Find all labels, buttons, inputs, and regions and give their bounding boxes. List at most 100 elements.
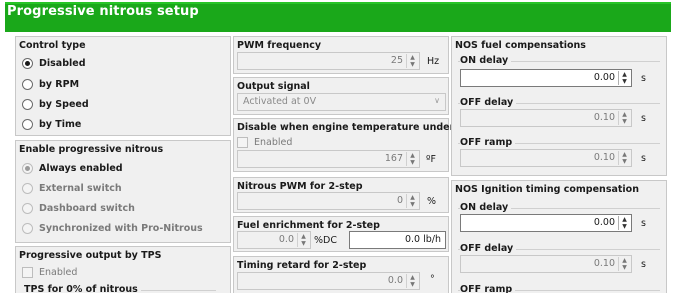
chevron-down-icon: ∨ (434, 96, 440, 105)
title-bar: Progressive nitrous setup (0, 0, 677, 34)
radio-control-by-time[interactable]: by Time (22, 117, 81, 131)
spin-down-icon[interactable]: ▼ (619, 78, 630, 85)
spinner-value: 0.10 (593, 152, 615, 163)
off-ramp-label: OFF ramp (460, 284, 516, 293)
spin-down-icon[interactable]: ▼ (407, 61, 418, 68)
spinner-value: 0.0 (278, 234, 294, 245)
radio-control-disabled[interactable]: Disabled (22, 56, 86, 70)
spinner-value: 0 (396, 195, 403, 206)
control-type-header: Control type (19, 40, 86, 51)
spin-down-icon[interactable]: ▼ (407, 281, 418, 288)
radio-selected-icon (22, 57, 33, 69)
radio-selected-icon (22, 162, 33, 174)
spin-up-icon[interactable]: ▲ (619, 216, 630, 223)
fuel-off-ramp-spinner[interactable]: 0.10 ▲ ▼ (460, 149, 632, 167)
nos-ign-comp-panel: NOS Ignition timing compensation ON dela… (451, 180, 667, 293)
spinner-arrows[interactable]: ▲ ▼ (406, 54, 418, 68)
spin-up-icon[interactable]: ▲ (619, 257, 630, 264)
spin-up-icon[interactable]: ▲ (407, 54, 418, 61)
spin-down-icon[interactable]: ▼ (619, 264, 630, 271)
pwm-frequency-spinner[interactable]: 25 ▲ ▼ (237, 52, 420, 70)
spinner-value: 0.00 (593, 72, 615, 83)
radio-label: Synchronized with Pro-Nitrous (39, 222, 203, 234)
engine-temp-enabled-checkbox[interactable]: Enabled (237, 135, 292, 149)
progressive-output-tps-panel: Progressive output by TPS Enabled TPS fo… (15, 246, 231, 293)
tps-enabled-checkbox[interactable]: Enabled (22, 265, 77, 279)
radio-dashboard-switch[interactable]: Dashboard switch (22, 201, 135, 215)
output-signal-select[interactable]: Activated at 0V ∨ (237, 93, 446, 111)
spinner-value: 0.10 (593, 112, 615, 123)
nitrous-pwm-2step-panel: Nitrous PWM for 2-step 0 ▲ ▼ % (233, 177, 449, 213)
progressive-output-tps-header: Progressive output by TPS (19, 250, 162, 261)
spin-up-icon[interactable]: ▲ (619, 151, 630, 158)
nitrous-pwm-2step-spinner[interactable]: 0 ▲ ▼ (237, 192, 420, 210)
spinner-arrows[interactable]: ▲ ▼ (618, 257, 630, 271)
disable-engine-temp-panel: Disable when engine temperature under En… (233, 118, 454, 172)
nos-ign-comp-header: NOS Ignition timing compensation (455, 184, 639, 195)
ign-on-delay-spinner[interactable]: 0.00 ▲ ▼ (460, 214, 632, 232)
radio-icon (22, 222, 33, 234)
fuel-off-delay-spinner[interactable]: 0.10 ▲ ▼ (460, 109, 632, 127)
spin-down-icon[interactable]: ▼ (407, 201, 418, 208)
checkbox-icon (22, 266, 33, 278)
radio-always-enabled[interactable]: Always enabled (22, 161, 123, 175)
radio-synchronized-pro-nitrous[interactable]: Synchronized with Pro-Nitrous (22, 221, 203, 235)
unit-label: s (641, 218, 646, 229)
spin-down-icon[interactable]: ▼ (619, 223, 630, 230)
spin-down-icon[interactable]: ▼ (298, 240, 309, 247)
unit-label: s (641, 73, 646, 84)
unit-label: s (641, 113, 646, 124)
spin-up-icon[interactable]: ▲ (298, 233, 309, 240)
spinner-arrows[interactable]: ▲ ▼ (618, 71, 630, 85)
on-delay-label: ON delay (460, 55, 512, 66)
spin-up-icon[interactable]: ▲ (619, 71, 630, 78)
radio-label: by Time (39, 118, 82, 130)
spinner-value: 0.00 (593, 217, 615, 228)
spinner-arrows[interactable]: ▲ ▼ (406, 274, 418, 288)
output-signal-header: Output signal (237, 81, 310, 92)
select-value: Activated at 0V (243, 96, 317, 107)
unit-label: s (641, 259, 646, 270)
spinner-arrows[interactable]: ▲ ▼ (297, 233, 309, 247)
disable-engine-temp-header: Disable when engine temperature under (237, 122, 455, 133)
input-value: 0.0 lb/h (404, 234, 441, 245)
checkbox-label: Enabled (254, 136, 293, 148)
pwm-frequency-header: PWM frequency (237, 40, 322, 51)
spin-down-icon[interactable]: ▼ (619, 158, 630, 165)
radio-icon (22, 98, 33, 110)
spin-down-icon[interactable]: ▼ (407, 159, 418, 166)
spinner-value: 167 (384, 153, 403, 164)
spin-up-icon[interactable]: ▲ (407, 194, 418, 201)
fuel-enrichment-dc-spinner[interactable]: 0.0 ▲ ▼ (237, 231, 311, 249)
ign-off-delay-spinner[interactable]: 0.10 ▲ ▼ (460, 255, 632, 273)
timing-retard-2step-header: Timing retard for 2-step (237, 260, 367, 271)
radio-control-by-speed[interactable]: by Speed (22, 97, 89, 111)
radio-label: Always enabled (39, 162, 123, 174)
window-title: Progressive nitrous setup (7, 4, 199, 19)
spinner-arrows[interactable]: ▲ ▼ (618, 111, 630, 125)
spinner-arrows[interactable]: ▲ ▼ (406, 194, 418, 208)
engine-temp-spinner[interactable]: 167 ▲ ▼ (237, 150, 420, 168)
timing-retard-2step-spinner[interactable]: 0.0 ▲ ▼ (237, 272, 420, 290)
nitrous-pwm-2step-header: Nitrous PWM for 2-step (237, 181, 363, 192)
spin-up-icon[interactable]: ▲ (407, 274, 418, 281)
spin-down-icon[interactable]: ▼ (619, 118, 630, 125)
radio-external-switch[interactable]: External switch (22, 181, 122, 195)
radio-label: Disabled (39, 57, 86, 69)
radio-icon (22, 118, 33, 130)
radio-control-by-rpm[interactable]: by RPM (22, 77, 79, 91)
spinner-arrows[interactable]: ▲ ▼ (618, 216, 630, 230)
spin-up-icon[interactable]: ▲ (407, 152, 418, 159)
fuel-enrichment-lbh-input[interactable]: 0.0 lb/h (349, 231, 446, 249)
unit-label: Hz (427, 56, 440, 67)
radio-icon (22, 78, 33, 90)
checkbox-icon (237, 136, 248, 148)
timing-retard-2step-panel: Timing retard for 2-step 0.0 ▲ ▼ ° (233, 256, 449, 293)
tps-zero-label: TPS for 0% of nitrous (24, 284, 141, 293)
spin-up-icon[interactable]: ▲ (619, 111, 630, 118)
spinner-arrows[interactable]: ▲ ▼ (406, 152, 418, 166)
fuel-on-delay-spinner[interactable]: 0.00 ▲ ▼ (460, 69, 632, 87)
spinner-value: 0.0 (387, 275, 403, 286)
off-ramp-label: OFF ramp (460, 137, 516, 148)
spinner-arrows[interactable]: ▲ ▼ (618, 151, 630, 165)
